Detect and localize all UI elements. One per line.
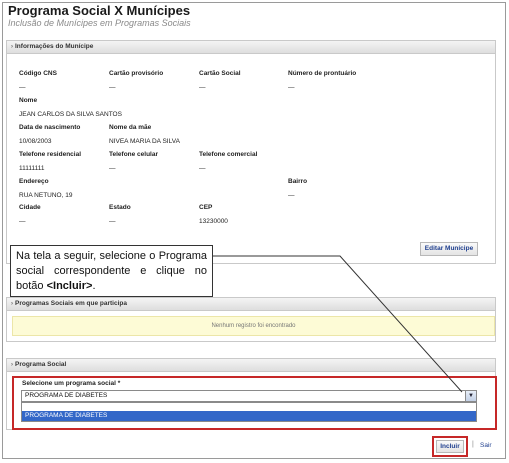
bairro-label: Bairro bbox=[288, 178, 308, 185]
endereco-label: Endereço bbox=[19, 178, 49, 185]
estado-label: Estado bbox=[109, 204, 131, 211]
programa-social-header[interactable]: › Programa Social bbox=[7, 359, 495, 372]
endereco-value: RUA NETUNO, 19 bbox=[19, 192, 73, 199]
cep-value: 13230000 bbox=[199, 218, 228, 225]
cartao-social-label: Cartão Social bbox=[199, 70, 241, 77]
cns-value: — bbox=[19, 84, 26, 91]
tel-residencial-value: 11111111 bbox=[19, 165, 45, 172]
page-subtitle: Inclusão de Munícipes em Programas Socia… bbox=[8, 18, 191, 28]
sair-link[interactable]: Sair bbox=[480, 442, 492, 449]
highlight-incluir-box bbox=[432, 436, 468, 457]
bairro-value: — bbox=[288, 192, 295, 199]
callout-bold-text: <Incluir> bbox=[46, 280, 93, 292]
nome-label: Nome bbox=[19, 97, 38, 104]
instruction-callout: Na tela a seguir, selecione o Programa s… bbox=[10, 245, 213, 297]
nome-value: JEAN CARLOS DA SILVA SANTOS bbox=[19, 111, 122, 118]
programas-panel-title: Programas Sociais em que participa bbox=[15, 300, 127, 307]
action-separator: | bbox=[472, 441, 474, 448]
tel-comercial-value: — bbox=[199, 165, 206, 172]
municipe-panel-title: Informações do Munícipe bbox=[15, 43, 94, 50]
tel-residencial-label: Telefone residencial bbox=[19, 151, 82, 158]
cep-label: CEP bbox=[199, 204, 213, 211]
highlight-select-box bbox=[12, 376, 497, 430]
prontuario-label: Número de prontuário bbox=[288, 70, 357, 77]
programas-panel-header[interactable]: › Programas Sociais em que participa bbox=[7, 298, 495, 311]
tel-celular-value: — bbox=[109, 165, 116, 172]
mae-value: NIVEA MARIA DA SILVA bbox=[109, 138, 180, 145]
programa-social-title: Programa Social bbox=[15, 361, 67, 368]
tel-celular-label: Telefone celular bbox=[109, 151, 159, 158]
cidade-label: Cidade bbox=[19, 204, 41, 211]
prontuario-value: — bbox=[288, 84, 295, 91]
cartao-provisorio-label: Cartão provisório bbox=[109, 70, 164, 77]
municipe-panel-header[interactable]: › Informações do Munícipe bbox=[7, 41, 495, 54]
edit-municipe-button[interactable]: Editar Munícipe bbox=[420, 242, 478, 256]
callout-text: Na tela a seguir, selecione o Programa s… bbox=[16, 250, 207, 292]
estado-value: — bbox=[109, 218, 116, 225]
collapse-arrow-icon: › bbox=[11, 301, 13, 307]
callout-text-end: . bbox=[92, 280, 96, 292]
nascimento-label: Data de nascimento bbox=[19, 124, 81, 131]
tel-comercial-label: Telefone comercial bbox=[199, 151, 258, 158]
mae-label: Nome da mãe bbox=[109, 124, 152, 131]
collapse-arrow-icon: › bbox=[11, 362, 13, 368]
cartao-provisorio-value: — bbox=[109, 84, 116, 91]
collapse-arrow-icon: › bbox=[11, 44, 13, 50]
nascimento-value: 10/08/2003 bbox=[19, 138, 52, 145]
page-title: Programa Social X Munícipes bbox=[8, 3, 191, 18]
empty-message: Nenhum registro foi encontrado bbox=[12, 316, 495, 336]
cidade-value: — bbox=[19, 218, 26, 225]
cns-label: Código CNS bbox=[19, 70, 57, 77]
cartao-social-value: — bbox=[199, 84, 206, 91]
